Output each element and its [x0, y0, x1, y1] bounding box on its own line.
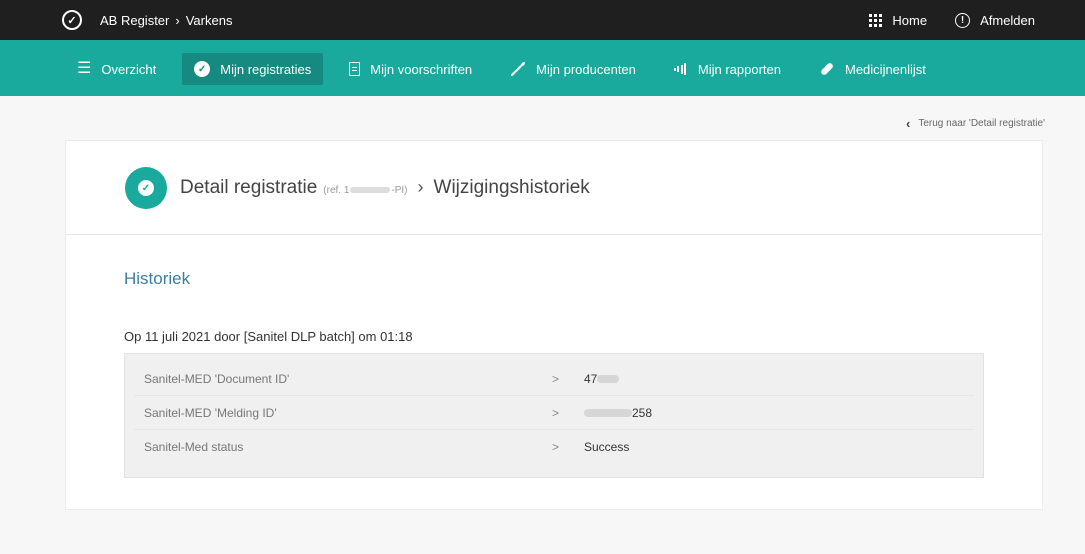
field-name: Sanitel-MED 'Document ID': [144, 371, 290, 386]
bar-chart-icon: [673, 63, 688, 75]
list-icon: ☰: [77, 60, 92, 77]
table-row: Sanitel-MED 'Melding ID' > 258: [134, 396, 974, 430]
reference-number: (ref. 1 -PI): [323, 185, 407, 196]
page-subtitle: Wijzigingshistoriek: [433, 177, 590, 198]
top-bar: ✓ AB Register › Varkens Home ! Afmelden: [0, 0, 1085, 40]
nav-item-label: Mijn rapporten: [697, 61, 781, 77]
nav-item-label: Mijn producenten: [536, 61, 636, 77]
arrow-icon: >: [552, 371, 560, 386]
arrow-icon: >: [552, 405, 560, 420]
reference-suffix: -PI): [391, 185, 408, 196]
home-label: Home: [892, 12, 928, 28]
nav-item-label: Mijn registraties: [220, 61, 312, 77]
history-card: ✓ Detail registratie (ref. 1 -PI) › Wijzi…: [65, 140, 1043, 510]
main-nav: ☰ Overzicht ✓ Mijn registraties Mijn voo…: [0, 40, 1085, 96]
info-icon: !: [955, 12, 971, 28]
page-title: Detail registratie (ref. 1 -PI) › Wijzigi…: [180, 177, 590, 199]
chevron-right-icon: ›: [175, 12, 180, 28]
field-value: 258: [584, 406, 652, 420]
syringe-icon: [510, 61, 526, 77]
document-icon: [349, 62, 361, 76]
field-value: 47: [584, 371, 620, 386]
table-row: Sanitel-Med status > Success: [134, 430, 974, 464]
change-table: Sanitel-MED 'Document ID' > 47 Sanitel-M…: [124, 353, 984, 478]
card-header: ✓ Detail registratie (ref. 1 -PI) › Wijzi…: [66, 141, 1042, 235]
section-title: Historiek: [124, 269, 191, 288]
breadcrumb-section[interactable]: Varkens: [186, 13, 233, 28]
change-entry-meta: Op 11 juli 2021 door [Sanitel DLP batch]…: [124, 329, 413, 344]
reference-prefix: (ref. 1: [323, 185, 350, 196]
redacted-mark: [350, 187, 391, 194]
app-breadcrumb: ✓ AB Register › Varkens: [62, 0, 232, 40]
nav-item-mijn-voorschriften[interactable]: Mijn voorschriften: [337, 53, 484, 85]
redacted-mark: [597, 375, 620, 384]
nav-item-medicijnenlijst[interactable]: Medicijnenlijst: [807, 53, 938, 85]
logout-link[interactable]: ! Afmelden: [955, 12, 1035, 28]
field-value-text: 258: [632, 405, 653, 420]
nav-item-label: Overzicht: [101, 61, 157, 77]
grid-icon: [869, 13, 883, 27]
check-circle-icon: ✓: [125, 167, 167, 209]
logout-label: Afmelden: [980, 12, 1035, 28]
breadcrumb-app[interactable]: AB Register: [100, 13, 169, 28]
nav-item-mijn-producenten[interactable]: Mijn producenten: [498, 53, 648, 85]
pill-icon: [819, 61, 835, 77]
check-circle-icon: ✓: [194, 61, 211, 77]
redacted-mark: [584, 409, 632, 418]
field-name: Sanitel-MED 'Melding ID': [144, 405, 277, 420]
arrow-icon: >: [552, 440, 560, 454]
back-link-label: Terug naar 'Detail registratie': [918, 118, 1045, 129]
back-to-detail-link[interactable]: ‹ Terug naar 'Detail registratie': [906, 116, 1045, 131]
chevron-right-icon: ›: [417, 177, 424, 197]
field-value-text: 47: [584, 371, 598, 386]
home-link[interactable]: Home: [869, 13, 927, 28]
field-name: Sanitel-Med status: [144, 440, 244, 454]
chevron-left-icon: ‹: [906, 116, 911, 131]
page-title-text: Detail registratie: [180, 177, 318, 198]
field-value: Success: [584, 440, 630, 454]
check-logo-icon[interactable]: ✓: [62, 10, 82, 30]
nav-item-label: Medicijnenlijst: [845, 61, 926, 77]
breadcrumb: AB Register › Varkens: [100, 13, 232, 28]
top-bar-actions: Home ! Afmelden: [841, 0, 1035, 40]
nav-item-overzicht[interactable]: ☰ Overzicht: [65, 53, 168, 85]
table-row: Sanitel-MED 'Document ID' > 47: [134, 362, 974, 396]
nav-item-mijn-rapporten[interactable]: Mijn rapporten: [662, 53, 793, 85]
nav-item-mijn-registraties[interactable]: ✓ Mijn registraties: [182, 53, 324, 85]
nav-item-label: Mijn voorschriften: [370, 61, 473, 77]
